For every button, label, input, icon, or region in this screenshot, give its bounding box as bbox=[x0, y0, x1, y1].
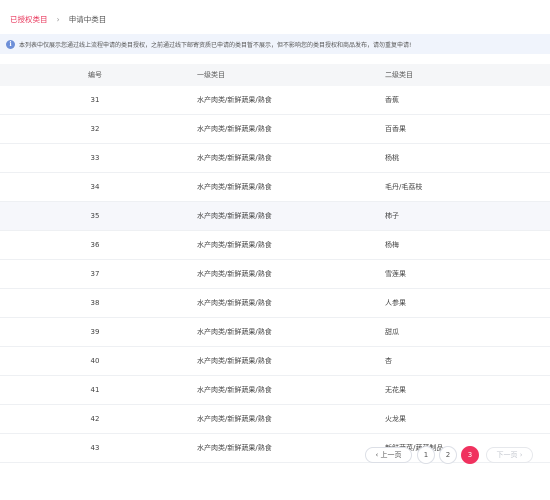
table-row: 37 水产肉类/新鲜蔬果/熟食 雪莲果 bbox=[0, 260, 550, 289]
row-level1-category-cell: 水产肉类/新鲜蔬果/熟食 bbox=[197, 125, 272, 133]
row-level2-category-cell: 人参果 bbox=[385, 299, 406, 307]
table-row: 42 水产肉类/新鲜蔬果/熟食 火龙果 bbox=[0, 405, 550, 434]
row-level1-category-cell: 水产肉类/新鲜蔬果/熟食 bbox=[197, 328, 272, 336]
row-level1-category-cell: 水产肉类/新鲜蔬果/熟食 bbox=[197, 415, 272, 423]
table-row: 39 水产肉类/新鲜蔬果/熟食 甜瓜 bbox=[0, 318, 550, 347]
row-level2-category-cell: 雪莲果 bbox=[385, 270, 406, 278]
row-level1-category-cell: 水产肉类/新鲜蔬果/熟食 bbox=[197, 96, 272, 104]
row-id-cell: 34 bbox=[90, 183, 100, 191]
table-row: 38 水产肉类/新鲜蔬果/熟食 人参果 bbox=[0, 289, 550, 318]
row-id-cell: 31 bbox=[90, 96, 100, 104]
next-page-button[interactable]: 下一页 › bbox=[486, 447, 533, 463]
row-id-cell: 32 bbox=[90, 125, 100, 133]
row-level2-category-cell: 柿子 bbox=[385, 212, 399, 220]
table-body: 31 水产肉类/新鲜蔬果/熟食 香蕉 32 水产肉类/新鲜蔬果/熟食 百香果 33 水产肉类/… bbox=[0, 86, 550, 463]
row-level1-category-cell: 水产肉类/新鲜蔬果/熟食 bbox=[197, 299, 272, 307]
notice-banner: i 本列表中仅展示您通过线上流程申请的类目授权，之前通过线下邮寄资质已申请的类目… bbox=[0, 34, 550, 54]
row-level2-category-cell: 毛丹/毛荔枝 bbox=[385, 183, 423, 191]
row-level1-category-cell: 水产肉类/新鲜蔬果/熟食 bbox=[197, 270, 272, 278]
pagination: ‹ 上一页 1 2 3 下一页 › bbox=[365, 446, 533, 464]
row-level2-category-cell: 杨梅 bbox=[385, 241, 399, 249]
row-id-cell: 36 bbox=[90, 241, 100, 249]
page-3-button[interactable]: 3 bbox=[461, 446, 479, 464]
row-id-cell: 40 bbox=[90, 357, 100, 365]
row-id-cell: 43 bbox=[90, 444, 100, 452]
table-row: 36 水产肉类/新鲜蔬果/熟食 杨梅 bbox=[0, 231, 550, 260]
row-id-cell: 39 bbox=[90, 328, 100, 336]
row-level1-category-cell: 水产肉类/新鲜蔬果/熟食 bbox=[197, 183, 272, 191]
row-level2-category-cell: 火龙果 bbox=[385, 415, 406, 423]
row-id-cell: 42 bbox=[90, 415, 100, 423]
row-level2-category-cell: 香蕉 bbox=[385, 96, 399, 104]
page-1-button[interactable]: 1 bbox=[417, 446, 435, 464]
breadcrumb-authorized-categories[interactable]: 已授权类目 bbox=[10, 14, 48, 25]
notice-text: 本列表中仅展示您通过线上流程申请的类目授权，之前通过线下邮寄资质已申请的类目暂不… bbox=[19, 41, 412, 49]
table-row: 35 水产肉类/新鲜蔬果/熟食 柿子 bbox=[0, 202, 550, 231]
chevron-right-icon: › bbox=[56, 14, 60, 24]
row-level2-category-cell: 杏 bbox=[385, 357, 392, 365]
table-row: 32 水产肉类/新鲜蔬果/熟食 百香果 bbox=[0, 115, 550, 144]
header-id: 编号 bbox=[88, 71, 102, 79]
row-id-cell: 38 bbox=[90, 299, 100, 307]
breadcrumb: 已授权类目 › 申请中类目 bbox=[10, 12, 106, 26]
row-level1-category-cell: 水产肉类/新鲜蔬果/熟食 bbox=[197, 212, 272, 220]
row-level1-category-cell: 水产肉类/新鲜蔬果/熟食 bbox=[197, 154, 272, 162]
row-id-cell: 35 bbox=[90, 212, 100, 220]
page-2-button[interactable]: 2 bbox=[439, 446, 457, 464]
row-id-cell: 41 bbox=[90, 386, 100, 394]
row-id-cell: 33 bbox=[90, 154, 100, 162]
row-level1-category-cell: 水产肉类/新鲜蔬果/熟食 bbox=[197, 386, 272, 394]
header-level2-category: 二级类目 bbox=[385, 71, 413, 79]
row-level2-category-cell: 甜瓜 bbox=[385, 328, 399, 336]
table-header: 编号 一级类目 二级类目 bbox=[0, 64, 550, 86]
row-level1-category-cell: 水产肉类/新鲜蔬果/熟食 bbox=[197, 241, 272, 249]
header-level1-category: 一级类目 bbox=[197, 71, 225, 79]
info-icon: i bbox=[6, 39, 15, 49]
row-level1-category-cell: 水产肉类/新鲜蔬果/熟食 bbox=[197, 444, 272, 452]
table-row: 34 水产肉类/新鲜蔬果/熟食 毛丹/毛荔枝 bbox=[0, 173, 550, 202]
table-row: 33 水产肉类/新鲜蔬果/熟食 杨桃 bbox=[0, 144, 550, 173]
row-id-cell: 37 bbox=[90, 270, 100, 278]
table-row: 41 水产肉类/新鲜蔬果/熟食 无花果 bbox=[0, 376, 550, 405]
row-level2-category-cell: 杨桃 bbox=[385, 154, 399, 162]
breadcrumb-pending-categories: 申请中类目 bbox=[68, 14, 107, 24]
category-table: 编号 一级类目 二级类目 31 水产肉类/新鲜蔬果/熟食 香蕉 32 水产肉类/新鲜蔬果… bbox=[0, 64, 550, 463]
table-row: 40 水产肉类/新鲜蔬果/熟食 杏 bbox=[0, 347, 550, 376]
row-level2-category-cell: 百香果 bbox=[385, 125, 406, 133]
row-level1-category-cell: 水产肉类/新鲜蔬果/熟食 bbox=[197, 357, 272, 365]
table-row: 31 水产肉类/新鲜蔬果/熟食 香蕉 bbox=[0, 86, 550, 115]
prev-page-button[interactable]: ‹ 上一页 bbox=[365, 447, 412, 463]
row-level2-category-cell: 无花果 bbox=[385, 386, 406, 394]
